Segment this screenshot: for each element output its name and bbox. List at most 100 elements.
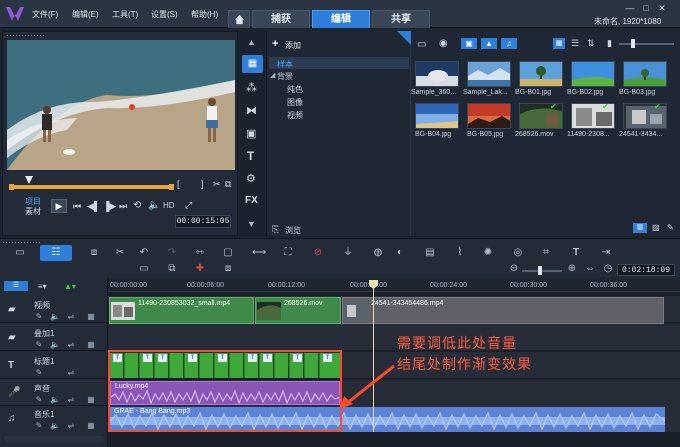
instant-project-icon[interactable]: ⁂	[246, 81, 257, 94]
track-manager-icon[interactable]: ▭	[138, 263, 150, 275]
clip-mode[interactable]: 素材	[25, 206, 41, 217]
project-duration[interactable]: 0:02:18:09	[617, 264, 675, 276]
zoom-in-icon[interactable]: ⊕	[566, 263, 578, 275]
next-frame-icon[interactable]: ▐▶	[103, 201, 116, 212]
options-icon[interactable]: ▥	[633, 223, 647, 233]
mask-icon[interactable]: ◐	[394, 247, 406, 259]
undo-icon[interactable]: ↶	[138, 247, 150, 259]
timeline-view-button[interactable]: ☷	[40, 245, 72, 261]
thumb-size-knob[interactable]	[631, 39, 635, 48]
pan-zoom-icon[interactable]: ⟷	[252, 247, 266, 259]
transition-icon[interactable]: ⧓	[246, 104, 257, 117]
thumb-size-slider[interactable]	[619, 43, 674, 45]
marker-icon[interactable]: ✚	[194, 263, 206, 275]
zoom-out-icon[interactable]: ⊖	[508, 263, 520, 275]
thumb-sample-360[interactable]	[415, 61, 459, 87]
timeline-scrollbar[interactable]	[4, 436, 104, 442]
thumb-view-icon[interactable]: ▦	[553, 38, 565, 49]
trim-out-handle[interactable]	[169, 184, 174, 190]
zoom-knob[interactable]	[538, 266, 542, 275]
edit-track-icon[interactable]: ✎	[34, 421, 44, 431]
edit-tool-icon[interactable]: ⧈	[88, 247, 100, 259]
record-voice-icon[interactable]: ⊘	[312, 247, 324, 259]
thumb-bg-b03[interactable]	[623, 61, 667, 87]
list-view-icon[interactable]: ☰	[571, 38, 579, 49]
add-icon[interactable]: +	[272, 38, 278, 50]
fx-icon[interactable]: FX	[245, 195, 258, 206]
render-icon[interactable]: ⇥	[600, 247, 612, 259]
fit-icon[interactable]: ⇿	[194, 247, 206, 259]
prev-frame-icon[interactable]: ◀▌	[87, 201, 100, 212]
edit-track-icon[interactable]: ✎	[34, 312, 44, 322]
ripple-icon[interactable]: ⇌	[66, 312, 76, 322]
add-track-icon[interactable]: ▲▾	[64, 282, 76, 291]
fullscreen-icon[interactable]: ⤢	[185, 200, 192, 211]
edit-track-icon[interactable]: ✎	[34, 340, 44, 350]
graphics-icon[interactable]: ▣	[246, 127, 256, 140]
panel-option-icon[interactable]: ▨	[652, 223, 660, 232]
3d-title-icon[interactable]: T	[570, 247, 582, 259]
go-start-icon[interactable]: ⏮	[73, 201, 81, 212]
title-icon[interactable]: T	[247, 149, 254, 163]
chapter-icon[interactable]: ⧉	[166, 263, 178, 275]
mute-icon[interactable]: 🔈	[50, 312, 60, 322]
scrubber-handle[interactable]	[25, 176, 33, 184]
minimize-icon[interactable]: —	[624, 3, 636, 13]
tree-item-sample[interactable]: 样本	[277, 59, 293, 70]
tab-share[interactable]: 共享	[372, 10, 430, 28]
split-icon[interactable]: ✂	[213, 179, 221, 190]
audio-mixer-icon[interactable]: ⏚	[342, 247, 354, 259]
tab-capture[interactable]: 捕获	[252, 10, 310, 28]
add-folder-button[interactable]: 添加	[285, 40, 301, 51]
mute-icon[interactable]: 🔈	[50, 421, 60, 431]
close-icon[interactable]: ✕	[656, 3, 668, 13]
lock-icon[interactable]: ▦	[86, 421, 96, 431]
ripple-icon[interactable]: ⇌	[66, 395, 76, 405]
browse-button[interactable]: 浏览	[285, 225, 301, 236]
360-icon[interactable]: ⌗	[540, 247, 552, 259]
thumb-size-icon[interactable]: ▮	[607, 38, 612, 49]
repeat-icon[interactable]: ⟲	[133, 200, 141, 211]
volume-icon[interactable]: 🔈	[148, 200, 160, 211]
motion-track-icon[interactable]: ✺	[482, 247, 494, 259]
multicam-icon[interactable]: ◎	[512, 247, 524, 259]
track-view-icon[interactable]: ☰	[4, 281, 28, 291]
storyboard-view-icon[interactable]: ▭	[14, 247, 26, 259]
show-video-toggle[interactable]: ▣	[461, 38, 477, 49]
split-clip-icon[interactable]: ✂	[114, 247, 126, 259]
hd-toggle[interactable]: HD	[163, 201, 175, 210]
show-audio-toggle[interactable]: ♫	[501, 38, 517, 49]
ripple-icon[interactable]: ⇌	[66, 421, 76, 431]
edit-track-icon[interactable]: ✎	[34, 395, 44, 405]
lock-icon[interactable]: ▦	[86, 312, 96, 322]
replace-icon[interactable]: ⧈	[222, 263, 234, 275]
thumb-bg-b04[interactable]	[415, 103, 459, 129]
go-end-icon[interactable]: ⏭	[119, 201, 127, 212]
scroll-down-icon[interactable]: ▼	[247, 219, 256, 229]
mark-in-icon[interactable]: [	[177, 179, 180, 189]
lock-icon[interactable]: ▦	[86, 395, 96, 405]
ripple-icon[interactable]: ⇌	[66, 368, 76, 378]
ripple-icon[interactable]: ⇌	[66, 340, 76, 350]
filter-icon[interactable]: ⚙	[246, 172, 256, 185]
record-icon[interactable]: ◉	[439, 38, 448, 49]
play-button[interactable]: ▶	[51, 199, 67, 213]
clock-icon[interactable]: ◷	[602, 263, 614, 275]
import-folder-icon[interactable]: ▭	[417, 39, 426, 50]
lock-icon[interactable]: ▦	[86, 340, 96, 350]
stabilize-icon[interactable]: ⌇	[454, 247, 466, 259]
thumb-sample-lake[interactable]	[467, 61, 511, 87]
menu-edit[interactable]: 编辑(E)	[72, 9, 99, 20]
snapshot-icon[interactable]: ⧉	[225, 179, 231, 190]
fit-project-icon[interactable]: ⇔	[584, 263, 596, 275]
mute-icon[interactable]: 🔈	[50, 395, 60, 405]
scroll-up-icon[interactable]: ▲	[247, 37, 256, 47]
menu-tools[interactable]: 工具(T)	[112, 9, 138, 20]
thumb-bg-b01[interactable]	[519, 61, 563, 87]
color-icon[interactable]: ◍	[372, 247, 384, 259]
thumb-bg-b05[interactable]	[467, 103, 511, 129]
home-tab[interactable]	[228, 10, 250, 28]
tab-edit[interactable]: 编辑	[312, 10, 370, 28]
mark-out-icon[interactable]: ]	[201, 179, 204, 189]
subtitle-icon[interactable]: ▤	[424, 247, 436, 259]
